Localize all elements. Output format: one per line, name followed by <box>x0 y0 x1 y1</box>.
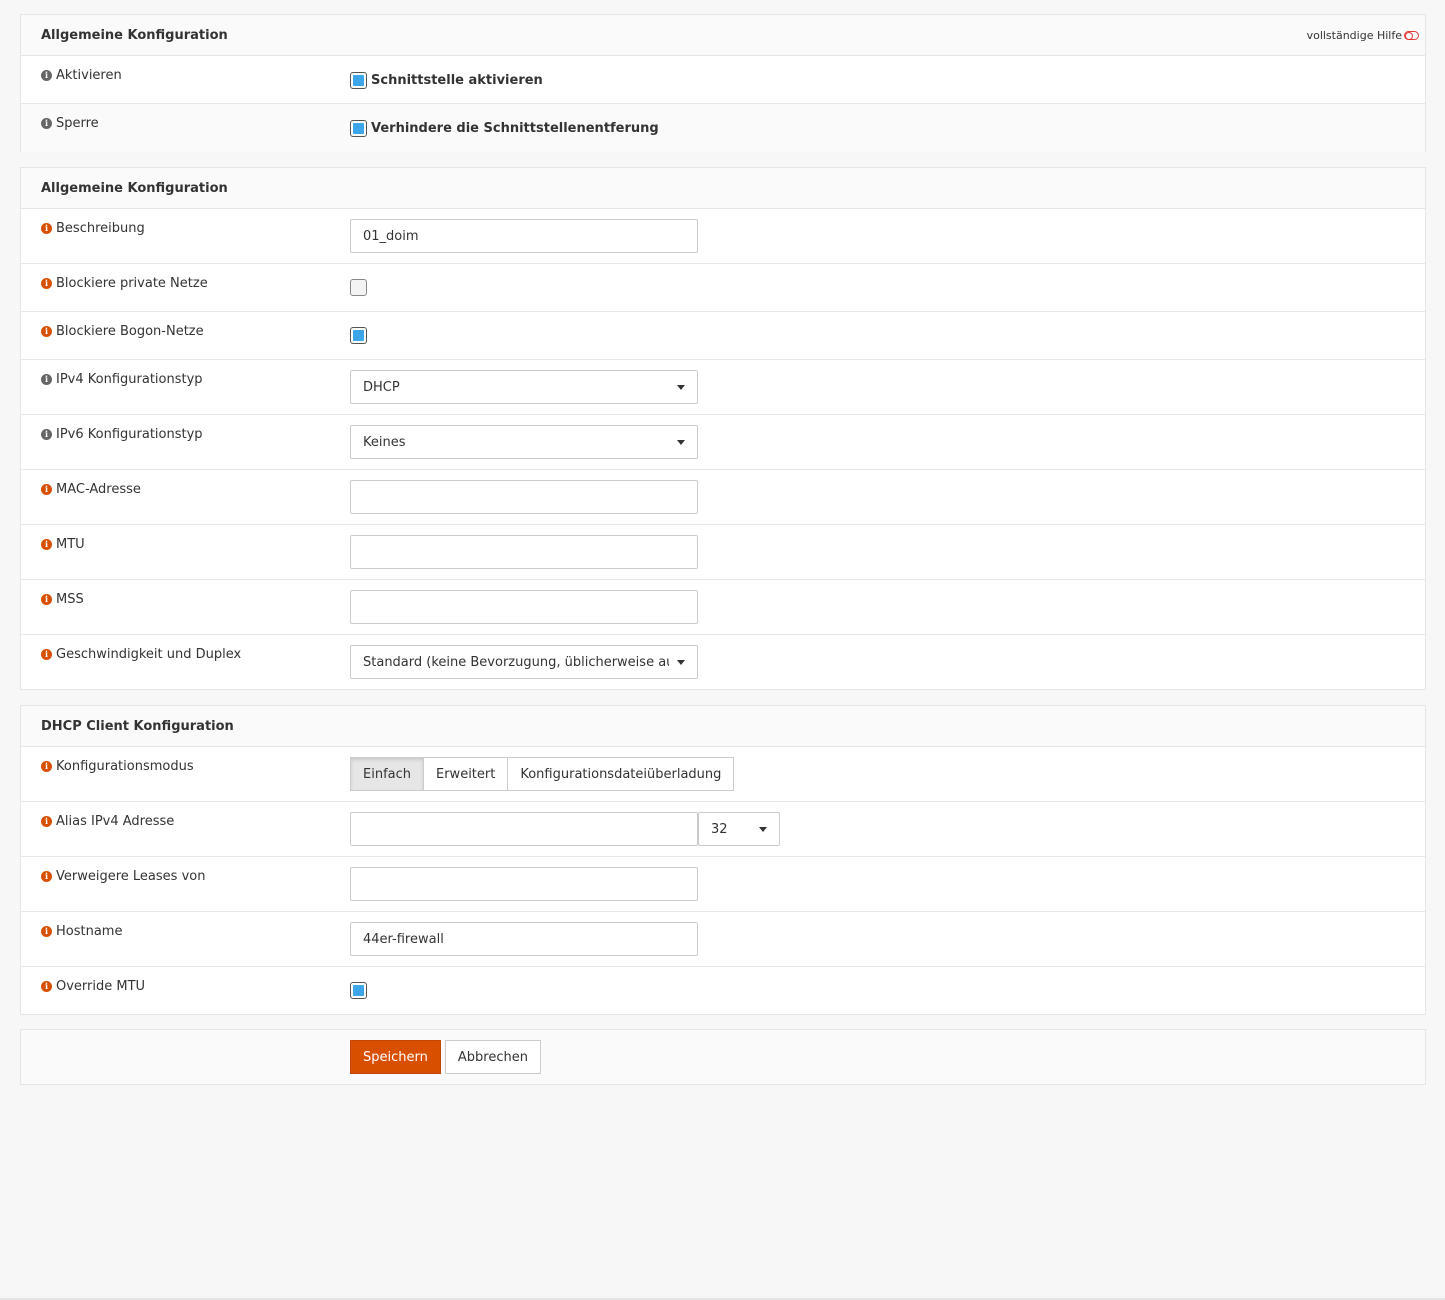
info-icon[interactable]: i <box>41 70 52 81</box>
row-lock: i Sperre Verhindere die Schnittstellenent… <box>21 104 1425 152</box>
enable-interface-checkbox[interactable] <box>350 72 367 89</box>
info-icon[interactable]: i <box>41 816 52 827</box>
mss-label: MSS <box>56 592 84 607</box>
prevent-removal-label: Verhindere die Schnittstellenentferung <box>371 121 659 136</box>
info-icon[interactable]: i <box>41 223 52 234</box>
row-alias-ipv4: i Alias IPv4 Adresse 32 <box>21 802 1425 857</box>
hostname-input[interactable]: 44er-firewall <box>350 922 698 956</box>
info-icon[interactable]: i <box>41 326 52 337</box>
info-icon[interactable]: i <box>41 429 52 440</box>
prevent-removal-checkbox[interactable] <box>350 120 367 137</box>
row-speed-duplex: i Geschwindigkeit und Duplex Standard (ke… <box>21 635 1425 689</box>
info-icon[interactable]: i <box>41 594 52 605</box>
row-ipv4-type: i IPv4 Konfigurationstyp DHCP <box>21 360 1425 415</box>
mss-input[interactable] <box>350 590 698 624</box>
override-mtu-label: Override MTU <box>56 979 146 994</box>
mac-label: MAC-Adresse <box>56 482 141 497</box>
save-button[interactable]: Speichern <box>350 1040 441 1074</box>
row-config-mode: i Konfigurationsmodus Einfach Erweitert K… <box>21 747 1425 802</box>
mode-advanced-button[interactable]: Erweitert <box>423 757 509 791</box>
panel-header: DHCP Client Konfiguration <box>21 706 1425 747</box>
mtu-label: MTU <box>56 537 85 552</box>
ipv6-type-select[interactable]: Keines <box>350 425 698 459</box>
panel-title: Allgemeine Konfiguration <box>41 27 228 43</box>
lock-label: Sperre <box>56 116 99 131</box>
info-icon[interactable]: i <box>41 649 52 660</box>
ipv4-type-label: IPv4 Konfigurationstyp <box>56 372 203 387</box>
speed-duplex-value: Standard (keine Bevorzugung, üblicherwei… <box>363 654 669 670</box>
speed-duplex-label: Geschwindigkeit und Duplex <box>56 647 242 662</box>
caret-down-icon <box>677 440 685 445</box>
description-label: Beschreibung <box>56 221 145 236</box>
row-override-mtu: i Override MTU <box>21 967 1425 1015</box>
caret-down-icon <box>677 660 685 665</box>
reject-leases-label: Verweigere Leases von <box>56 869 206 884</box>
ipv4-type-select[interactable]: DHCP <box>350 370 698 404</box>
info-icon[interactable]: i <box>41 118 52 129</box>
mode-override-button[interactable]: Konfigurationsdateiüberladung <box>507 757 735 791</box>
alias-ipv4-input[interactable] <box>350 812 698 846</box>
panel-header: Allgemeine Konfiguration vollständige Hi… <box>21 15 1425 56</box>
info-icon[interactable]: i <box>41 871 52 882</box>
info-icon[interactable]: i <box>41 539 52 550</box>
info-icon[interactable]: i <box>41 278 52 289</box>
row-mtu: i MTU <box>21 525 1425 580</box>
full-help-label: vollständige Hilfe <box>1306 28 1402 42</box>
general-config-panel: Allgemeine Konfiguration vollständige Hi… <box>20 14 1426 152</box>
row-description: i Beschreibung 01_doim <box>21 209 1425 264</box>
row-mss: i MSS <box>21 580 1425 635</box>
info-icon[interactable]: i <box>41 761 52 772</box>
subnet-select[interactable]: 32 <box>698 812 780 846</box>
mac-input[interactable] <box>350 480 698 514</box>
mtu-input[interactable] <box>350 535 698 569</box>
row-block-private: i Blockiere private Netze <box>21 264 1425 312</box>
info-icon[interactable]: i <box>41 484 52 495</box>
panel-title: DHCP Client Konfiguration <box>41 718 234 734</box>
full-help-toggle[interactable]: vollständige Hilfe <box>1307 29 1419 42</box>
speed-duplex-select[interactable]: Standard (keine Bevorzugung, üblicherwei… <box>350 645 698 679</box>
ipv4-type-value: DHCP <box>363 379 400 395</box>
reject-leases-input[interactable] <box>350 867 698 901</box>
ipv6-type-value: Keines <box>363 434 406 450</box>
info-icon[interactable]: i <box>41 374 52 385</box>
subnet-value: 32 <box>711 821 728 837</box>
cancel-button[interactable]: Abbrechen <box>444 1040 541 1074</box>
row-enable: i Aktivieren Schnittstelle aktivieren <box>21 56 1425 104</box>
config-mode-group: Einfach Erweitert Konfigurationsdateiübe… <box>350 757 735 791</box>
row-ipv6-type: i IPv6 Konfigurationstyp Keines <box>21 415 1425 470</box>
panel-header: Allgemeine Konfiguration <box>21 168 1425 209</box>
row-hostname: i Hostname 44er-firewall <box>21 912 1425 967</box>
description-input[interactable]: 01_doim <box>350 219 698 253</box>
dhcp-client-panel: DHCP Client Konfiguration i Konfiguration… <box>20 705 1426 1015</box>
info-icon[interactable]: i <box>41 926 52 937</box>
enable-interface-label: Schnittstelle aktivieren <box>371 73 543 88</box>
alias-ipv4-label: Alias IPv4 Adresse <box>56 814 175 829</box>
row-mac: i MAC-Adresse <box>21 470 1425 525</box>
row-block-bogon: i Blockiere Bogon-Netze <box>21 312 1425 360</box>
block-private-checkbox[interactable] <box>350 279 367 296</box>
toggle-off-icon[interactable] <box>1404 30 1419 40</box>
mode-simple-button[interactable]: Einfach <box>350 757 424 791</box>
hostname-label: Hostname <box>56 924 123 939</box>
panel-title: Allgemeine Konfiguration <box>41 180 228 196</box>
override-mtu-checkbox[interactable] <box>350 982 367 999</box>
caret-down-icon <box>759 827 767 832</box>
caret-down-icon <box>677 385 685 390</box>
actions-panel: Speichern Abbrechen <box>20 1029 1426 1085</box>
block-private-label: Blockiere private Netze <box>56 276 208 291</box>
enable-label: Aktivieren <box>56 68 122 83</box>
ipv6-type-label: IPv6 Konfigurationstyp <box>56 427 203 442</box>
block-bogon-label: Blockiere Bogon-Netze <box>56 324 204 339</box>
block-bogon-checkbox[interactable] <box>350 327 367 344</box>
row-reject-leases: i Verweigere Leases von <box>21 857 1425 912</box>
config-mode-label: Konfigurationsmodus <box>56 759 194 774</box>
info-icon[interactable]: i <box>41 981 52 992</box>
interface-config-panel: Allgemeine Konfiguration i Beschreibung 0… <box>20 167 1426 690</box>
